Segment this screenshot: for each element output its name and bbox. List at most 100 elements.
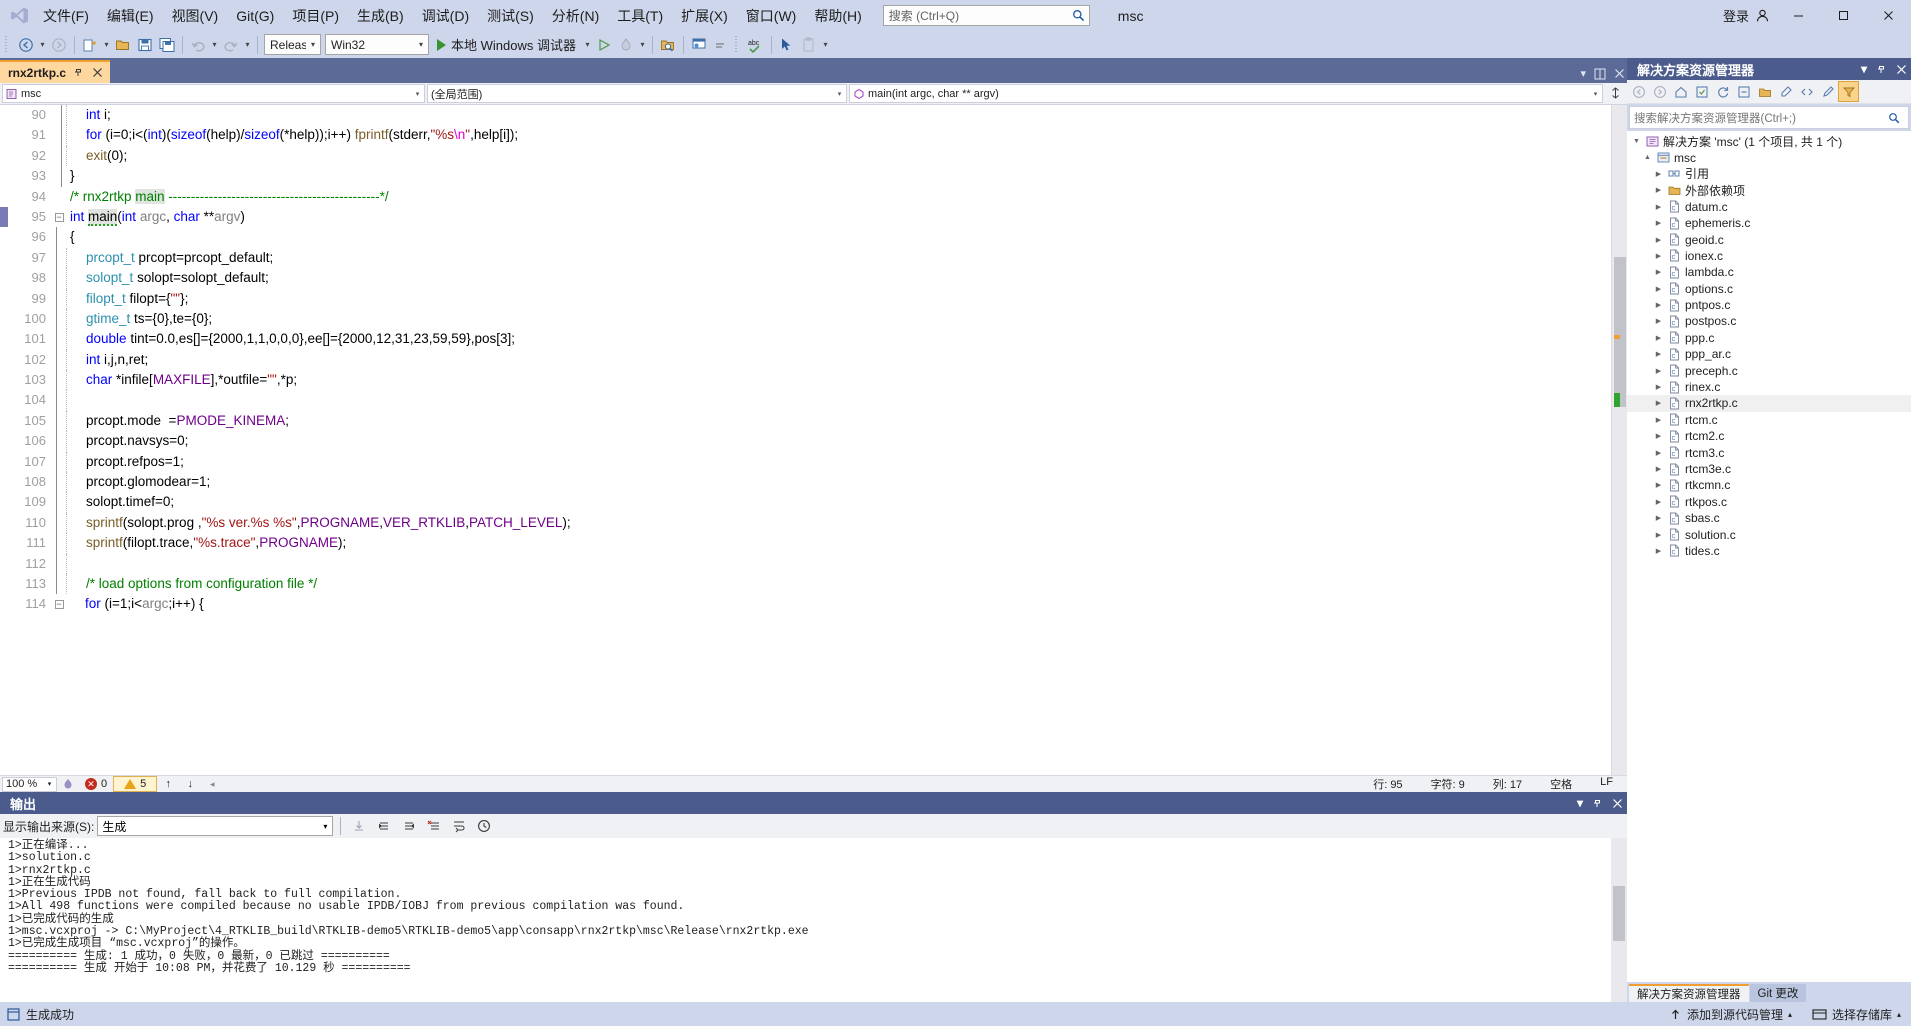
new-project-icon[interactable] [79, 34, 101, 56]
chevron-right-icon-tree[interactable]: ▶ [1653, 186, 1664, 194]
tab-list-dropdown-icon[interactable]: ▾ [1580, 67, 1586, 80]
outlining-margin[interactable]: − − [52, 105, 66, 775]
tree-item-ppp-c[interactable]: ▶ Cppp.c [1627, 330, 1911, 346]
code-line[interactable]: prcopt.mode =PMODE_KINEMA; [66, 410, 1611, 432]
menu-build[interactable]: 生成(B) [348, 1, 413, 31]
chevron-right-icon-tree[interactable]: ▶ [1653, 449, 1664, 457]
scrollbar-thumb[interactable] [1614, 257, 1626, 407]
tree-item--[interactable]: ▶ 引用 [1627, 166, 1911, 182]
previous-message-icon[interactable] [373, 815, 395, 837]
spellcheck-icon[interactable]: abc [745, 34, 767, 56]
tree-item-rnx2rtkp-c[interactable]: ▶ Crnx2rtkp.c [1627, 395, 1911, 412]
tree-item--[interactable]: ▶ 外部依赖项 [1627, 182, 1911, 198]
nav-member-combo[interactable]: main(int argc, char ** argv) ▾ [849, 84, 1603, 103]
search-icon-se[interactable] [1888, 112, 1908, 124]
chevron-down-icon[interactable]: ▾ [306, 40, 320, 49]
chevron-right-icon-tree[interactable]: ▶ [1653, 498, 1664, 506]
navigate-forward-icon[interactable] [48, 34, 70, 56]
output-line[interactable]: 1>已完成生成项目 “msc.vcxproj”的操作。 [8, 938, 1627, 951]
tree-item-datum-c[interactable]: ▶ Cdatum.c [1627, 199, 1911, 215]
se-code-view-icon[interactable] [1797, 82, 1816, 101]
chevron-right-icon-tree[interactable]: ▶ [1653, 465, 1664, 473]
save-icon[interactable] [134, 34, 156, 56]
menu-help[interactable]: 帮助(H) [805, 1, 870, 31]
select-repository-button[interactable]: 选择存储库 ▴ [1802, 1002, 1911, 1026]
chevron-down-icon-2[interactable]: ▾ [414, 40, 428, 49]
chevron-down-icon-nav1[interactable]: ▾ [411, 90, 424, 98]
close-document-group-icon[interactable] [1614, 68, 1625, 79]
chevron-up-icon-repo[interactable]: ▴ [1897, 1010, 1901, 1019]
close-tab-icon[interactable] [91, 67, 104, 78]
split-view-icon[interactable] [1594, 68, 1606, 80]
code-line[interactable]: /* rnx2rtkp main -----------------------… [66, 187, 1611, 207]
menu-view[interactable]: 视图(V) [163, 1, 228, 31]
quick-search-input[interactable]: 搜索 (Ctrl+Q) [889, 7, 1070, 24]
chevron-right-icon-tree[interactable]: ▶ [1653, 547, 1664, 555]
output-line[interactable]: 1>msc.vcxproj -> C:\MyProject\4_RTKLIB_b… [8, 925, 1627, 938]
tree-item-ephemeris-c[interactable]: ▶ Cephemeris.c [1627, 215, 1911, 231]
se-dropdown-icon[interactable]: ▾ [1861, 62, 1867, 76]
code-line[interactable]: gtime_t ts={0},te={0}; [66, 308, 1611, 330]
output-line[interactable]: 1>All 498 functions were compiled becaus… [8, 901, 1627, 914]
toolbar-grip-2[interactable] [734, 35, 742, 54]
code-line[interactable]: prcopt_t prcopt=prcopt_default; [66, 247, 1611, 269]
chevron-down-icon-output[interactable]: ▾ [318, 822, 332, 831]
menu-debug[interactable]: 调试(D) [413, 1, 478, 31]
search-icon[interactable] [1070, 7, 1087, 24]
tree-item-ionex-c[interactable]: ▶ Cionex.c [1627, 248, 1911, 264]
se-preview-selected-icon[interactable] [1818, 82, 1837, 101]
editor-vertical-scrollbar[interactable] [1611, 105, 1627, 775]
code-line[interactable]: sprintf(solopt.prog ,"%s ver.%s %s",PROG… [66, 512, 1611, 534]
sign-in-button[interactable]: 登录 [1717, 6, 1776, 25]
menu-analyze[interactable]: 分析(N) [543, 1, 608, 31]
chevron-right-icon-tree[interactable]: ▶ [1653, 350, 1664, 358]
redo-dropdown-icon[interactable]: ▾ [242, 34, 253, 56]
menu-extensions[interactable]: 扩展(X) [672, 1, 737, 31]
menu-window[interactable]: 窗口(W) [737, 1, 806, 31]
tree-item-rtcm3-c[interactable]: ▶ Crtcm3.c [1627, 444, 1911, 460]
se-show-all-files-icon[interactable] [1755, 82, 1774, 101]
se-collapse-all-icon[interactable] [1734, 82, 1753, 101]
find-in-files-icon[interactable] [657, 34, 679, 56]
chevron-right-icon-tree[interactable]: ▶ [1653, 301, 1664, 309]
start-debugging-dropdown-icon[interactable]: ▾ [582, 34, 593, 56]
output-pin-icon[interactable] [1592, 798, 1603, 809]
add-to-source-control-button[interactable]: 添加到源代码管理 ▴ [1659, 1002, 1802, 1026]
toolbar-grip[interactable] [5, 35, 12, 54]
chevron-down-icon-nav2[interactable]: ▾ [833, 90, 846, 98]
chevron-right-icon-tree[interactable]: ▶ [1653, 219, 1664, 227]
output-vertical-scrollbar[interactable] [1611, 838, 1627, 1002]
tree-item-project-msc[interactable]: ▲ msc [1627, 149, 1911, 165]
output-scrollbar-thumb[interactable] [1613, 886, 1625, 941]
hot-reload-dropdown-icon[interactable]: ▾ [637, 34, 648, 56]
tree-item-rtcm2-c[interactable]: ▶ Crtcm2.c [1627, 428, 1911, 444]
navigate-backward-dropdown-icon[interactable]: ▾ [37, 34, 48, 56]
se-properties-icon[interactable] [1776, 82, 1795, 101]
tree-item-options-c[interactable]: ▶ Coptions.c [1627, 281, 1911, 297]
paste-icon[interactable] [798, 34, 820, 56]
start-debugging-button[interactable]: 本地 Windows 调试器 [431, 34, 582, 56]
chevron-right-icon-tree[interactable]: ▶ [1653, 317, 1664, 325]
chevron-right-icon-tree[interactable]: ▶ [1653, 203, 1664, 211]
menu-edit[interactable]: 编辑(E) [98, 1, 163, 31]
code-line[interactable]: prcopt.glomodear=1; [66, 472, 1611, 493]
menu-file[interactable]: 文件(F) [34, 1, 98, 31]
code-line[interactable] [66, 390, 1611, 411]
solution-platform-combo[interactable]: Win32 ▾ [325, 34, 429, 55]
chevron-right-icon-tree[interactable]: ▶ [1653, 268, 1664, 276]
chevron-right-icon-tree[interactable]: ▲ [1642, 154, 1653, 161]
menu-project[interactable]: 项目(P) [283, 1, 348, 31]
output-dropdown-icon[interactable]: ▾ [1577, 796, 1583, 810]
menu-tools[interactable]: 工具(T) [608, 1, 672, 31]
output-source-combo[interactable]: 生成 ▾ [97, 816, 334, 836]
nav-project-combo[interactable]: msc ▾ [2, 84, 425, 103]
tree-item-solution-c[interactable]: ▶ Csolution.c [1627, 526, 1911, 542]
se-refresh-icon[interactable] [1713, 82, 1732, 101]
redo-icon[interactable] [220, 34, 242, 56]
tree-item-rtkpos-c[interactable]: ▶ Crtkpos.c [1627, 494, 1911, 510]
maximize-button[interactable] [1821, 0, 1866, 31]
code-line[interactable]: sprintf(filopt.trace,"%s.trace",PROGNAME… [66, 533, 1611, 554]
new-project-dropdown-icon[interactable]: ▾ [101, 34, 112, 56]
chevron-right-icon-tree[interactable]: ▶ [1653, 399, 1664, 407]
minimize-button[interactable] [1776, 0, 1821, 31]
